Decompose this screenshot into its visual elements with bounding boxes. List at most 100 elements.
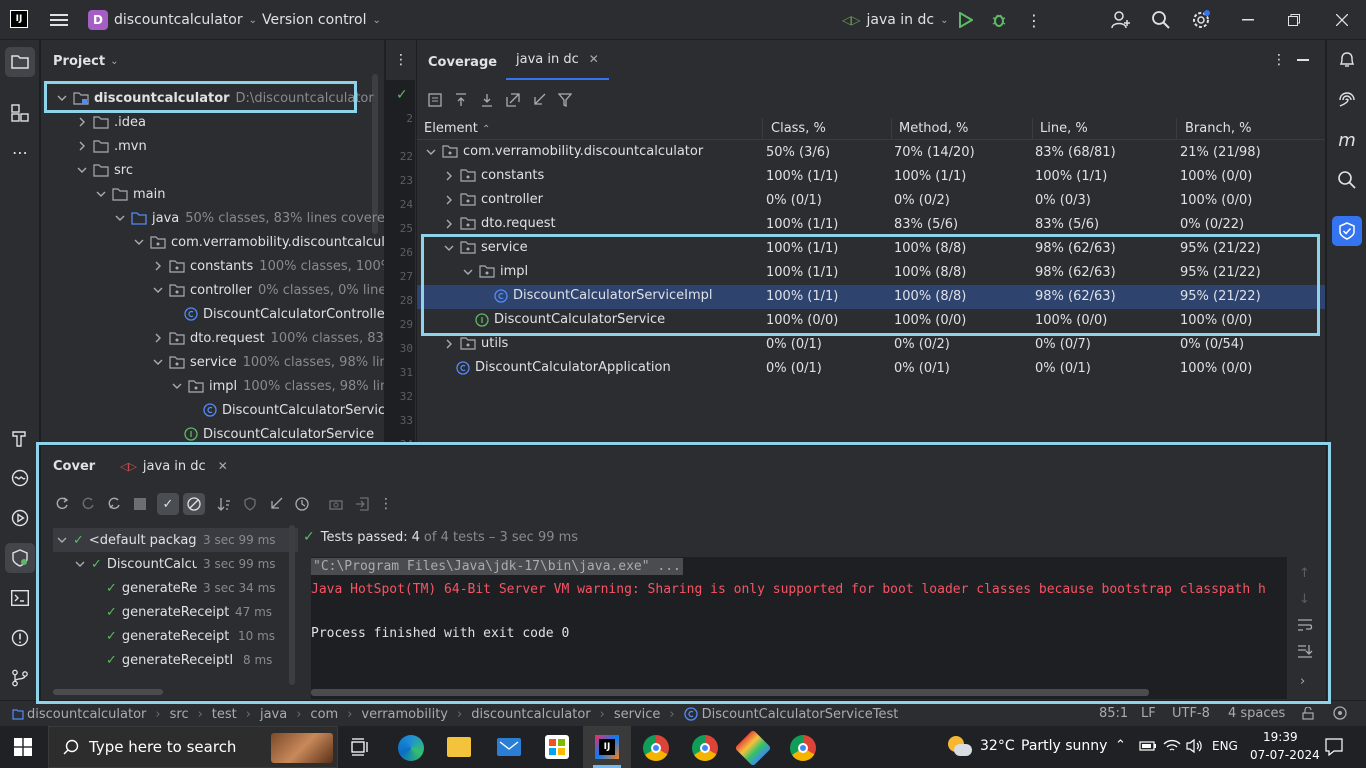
add-user-icon[interactable] [1110, 10, 1132, 30]
column-line[interactable]: Line, % [1040, 121, 1088, 136]
project-tree-item[interactable]: com.verramobility.discountcalculator [132, 230, 384, 254]
notifications-bell-icon[interactable] [1337, 50, 1357, 70]
sort-icon[interactable] [215, 495, 233, 513]
chevron-down-icon[interactable] [132, 235, 146, 249]
project-switcher[interactable]: D discountcalculator ⌄ [88, 9, 257, 31]
file-encoding[interactable]: UTF-8 [1172, 706, 1210, 721]
project-tree-item[interactable]: discountcalculator D:\discountcalculator [55, 86, 374, 110]
coverage-row[interactable]: DiscountCalculatorServiceImpl 100% (1/1) 1… [417, 285, 1325, 309]
more-options-icon[interactable]: ⋮ [394, 52, 408, 68]
project-view-selector[interactable]: Project ⌄ [53, 52, 118, 70]
clock-date[interactable]: 07-07-2024 [1250, 748, 1320, 762]
breadcrumb-item[interactable]: java [260, 707, 287, 722]
breadcrumb-item[interactable]: service [614, 707, 661, 722]
project-tree-item[interactable]: impl 100% classes, 98% lines [170, 374, 384, 398]
history-clock-icon[interactable] [293, 495, 311, 513]
rerun-icon[interactable] [53, 495, 71, 513]
chevron-right-icon[interactable] [75, 115, 89, 129]
coverage-row[interactable]: constants 100% (1/1) 100% (1/1) 100% (1/1) 1… [417, 165, 1325, 189]
project-tree-item[interactable]: constants 100% classes, 100% [151, 254, 384, 278]
action-center-icon[interactable] [1325, 738, 1343, 756]
more-actions-icon[interactable]: ⋮ [379, 495, 393, 513]
scroll-to-end-icon[interactable] [1297, 644, 1313, 658]
maven-icon[interactable]: m [1337, 130, 1357, 151]
tab-run-java-in-dc[interactable]: ◁▷ java in dc ✕ [116, 449, 232, 483]
intellij-taskbar-active[interactable]: IJ [583, 726, 631, 768]
chevron-right-icon[interactable] [442, 169, 456, 183]
project-tree-item[interactable]: .mvn [75, 134, 147, 158]
chrome-icon-3[interactable] [790, 735, 816, 761]
project-tree-item[interactable]: controller 0% classes, 0% lines [151, 278, 384, 302]
breadcrumb-item[interactable]: discountcalculator [27, 707, 146, 722]
stop-icon[interactable] [131, 495, 149, 513]
project-tree-item[interactable]: DiscountCalculatorController [184, 302, 384, 326]
chevron-down-icon[interactable] [461, 265, 475, 279]
breadcrumb-item[interactable]: verramobility [361, 707, 448, 722]
wifi-icon[interactable] [1163, 738, 1181, 754]
chevron-down-icon[interactable] [151, 283, 165, 297]
arrow-down-icon[interactable]: ↓ [1299, 592, 1310, 607]
more-actions-icon[interactable]: ⋮ [1026, 11, 1042, 30]
breadcrumb-item[interactable]: test [212, 707, 237, 722]
chevron-down-icon[interactable] [55, 91, 69, 105]
ai-assistant-icon[interactable] [1337, 90, 1357, 110]
breadcrumb-item[interactable]: com [310, 707, 338, 722]
camera-icon[interactable] [327, 495, 345, 513]
taskbar-search-box[interactable]: Type here to search [48, 726, 338, 768]
console-hscrollbar[interactable] [311, 689, 1149, 696]
main-menu-icon[interactable] [50, 12, 68, 28]
services-icon[interactable] [10, 468, 30, 488]
coverage-row[interactable]: impl 100% (1/1) 100% (8/8) 98% (62/63) 95% (… [417, 261, 1325, 285]
test-tree-item[interactable]: ✓ generateReceiptI 8 ms [106, 648, 272, 672]
expand-right-icon[interactable]: › [1300, 674, 1305, 689]
test-tree-scrollbar[interactable] [289, 525, 295, 685]
project-tree-item[interactable]: .idea [75, 110, 146, 134]
flatten-packages-icon[interactable] [427, 92, 443, 108]
chevron-down-icon[interactable] [55, 533, 69, 547]
project-tool-folder-icon[interactable] [5, 47, 35, 77]
project-tree-item[interactable]: java 50% classes, 83% lines covered [113, 206, 384, 230]
breadcrumb-item[interactable]: src [170, 707, 189, 722]
run-tool-icon[interactable] [10, 508, 30, 528]
test-tree-item[interactable]: ✓ <default package 3 sec 99 ms [55, 528, 276, 552]
soft-wrap-icon[interactable] [1297, 618, 1313, 632]
coverage-row[interactable]: controller 0% (0/1) 0% (0/2) 0% (0/3) 100% (… [417, 189, 1325, 213]
structure-icon[interactable] [10, 103, 30, 123]
problems-icon[interactable] [10, 628, 30, 648]
debug-icon[interactable] [990, 11, 1008, 29]
git-icon[interactable] [10, 668, 30, 688]
import-tests-icon[interactable] [353, 495, 371, 513]
show-ignored-icon[interactable] [183, 493, 205, 515]
chevron-down-icon[interactable] [113, 211, 127, 225]
toggle-auto-test-icon[interactable] [105, 495, 123, 513]
test-tree-item[interactable]: ✓ generateReceipt 10 ms [106, 624, 275, 648]
file-explorer-icon[interactable] [447, 737, 471, 757]
search-everywhere-icon[interactable] [1337, 170, 1357, 190]
terminal-icon[interactable] [10, 588, 30, 608]
project-tree-item[interactable]: service 100% classes, 98% lines [151, 350, 384, 374]
collapse-all-icon[interactable] [453, 92, 469, 108]
breadcrumb-item[interactable]: DiscountCalculatorServiceTest [702, 707, 899, 722]
coverage-shield-small-icon[interactable] [241, 495, 259, 513]
lock-icon[interactable] [1302, 707, 1314, 720]
expand-all-icon[interactable] [479, 92, 495, 108]
project-tree-item[interactable]: main [94, 182, 165, 206]
coverage-row[interactable]: DiscountCalculatorApplication 0% (0/1) 0% … [417, 357, 1325, 381]
weather-condition[interactable]: Partly sunny [1021, 738, 1107, 754]
run-config-selector[interactable]: ◁▷ java in dc ⌄ [842, 9, 948, 31]
hide-panel-icon[interactable] [1297, 59, 1309, 61]
volume-icon[interactable] [1186, 738, 1204, 754]
console-output[interactable]: "C:\Program Files\Java\jdk-17\bin\java.e… [311, 557, 1287, 699]
clock-time[interactable]: 19:39 [1263, 730, 1298, 744]
coverage-row[interactable]: utils 0% (0/1) 0% (0/2) 0% (0/7) 0% (0/54) [417, 333, 1325, 357]
close-tab-icon[interactable]: ✕ [218, 459, 228, 473]
coverage-row[interactable]: dto.request 100% (1/1) 83% (5/6) 83% (5/6) 0… [417, 213, 1325, 237]
coverage-row[interactable]: service 100% (1/1) 100% (8/8) 98% (62/63) 95… [417, 237, 1325, 261]
chrome-icon-2[interactable] [692, 735, 718, 761]
column-branch[interactable]: Branch, % [1185, 121, 1251, 136]
settings-gear-icon[interactable] [1191, 10, 1211, 30]
project-tree-item[interactable]: dto.request 100% classes, 83% [151, 326, 384, 350]
close-window-icon[interactable] [1334, 12, 1350, 28]
project-tree-item[interactable]: DiscountCalculatorService [184, 422, 374, 442]
chevron-down-icon[interactable] [73, 557, 87, 571]
